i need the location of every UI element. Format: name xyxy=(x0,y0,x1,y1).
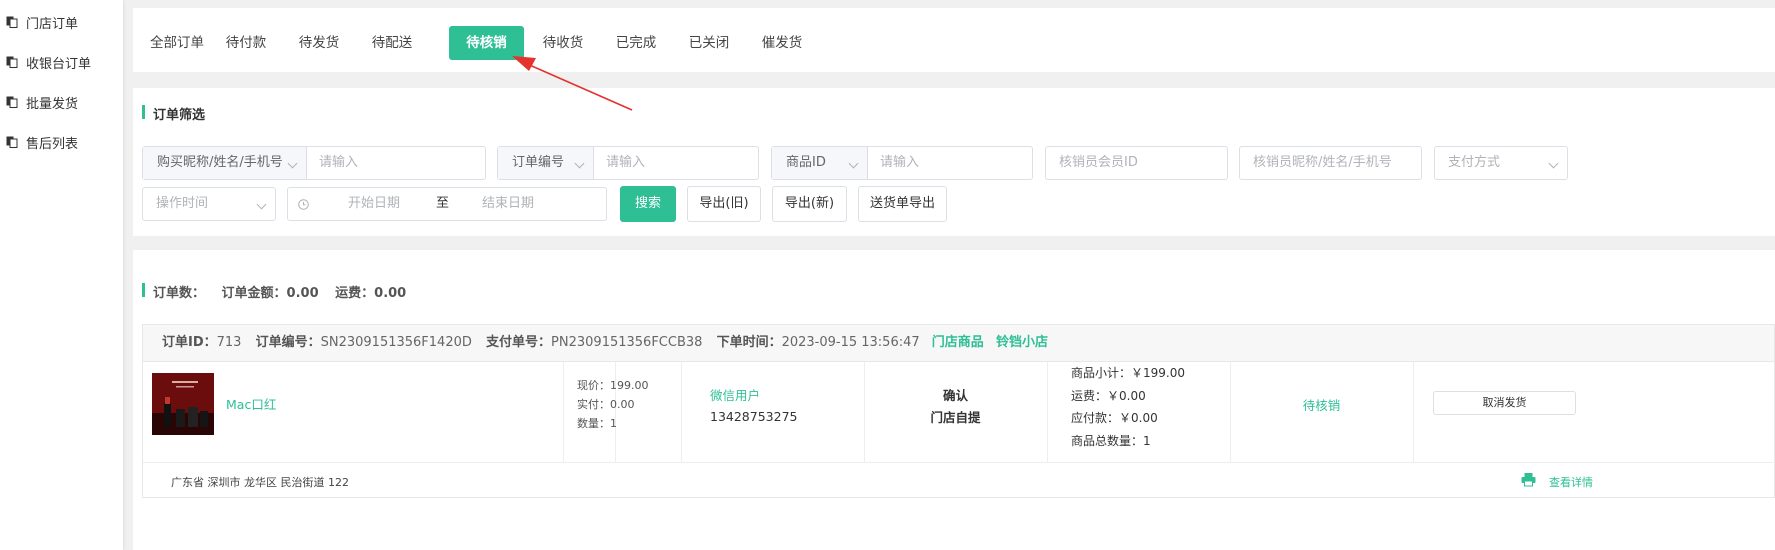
annotation-arrow xyxy=(512,56,633,111)
